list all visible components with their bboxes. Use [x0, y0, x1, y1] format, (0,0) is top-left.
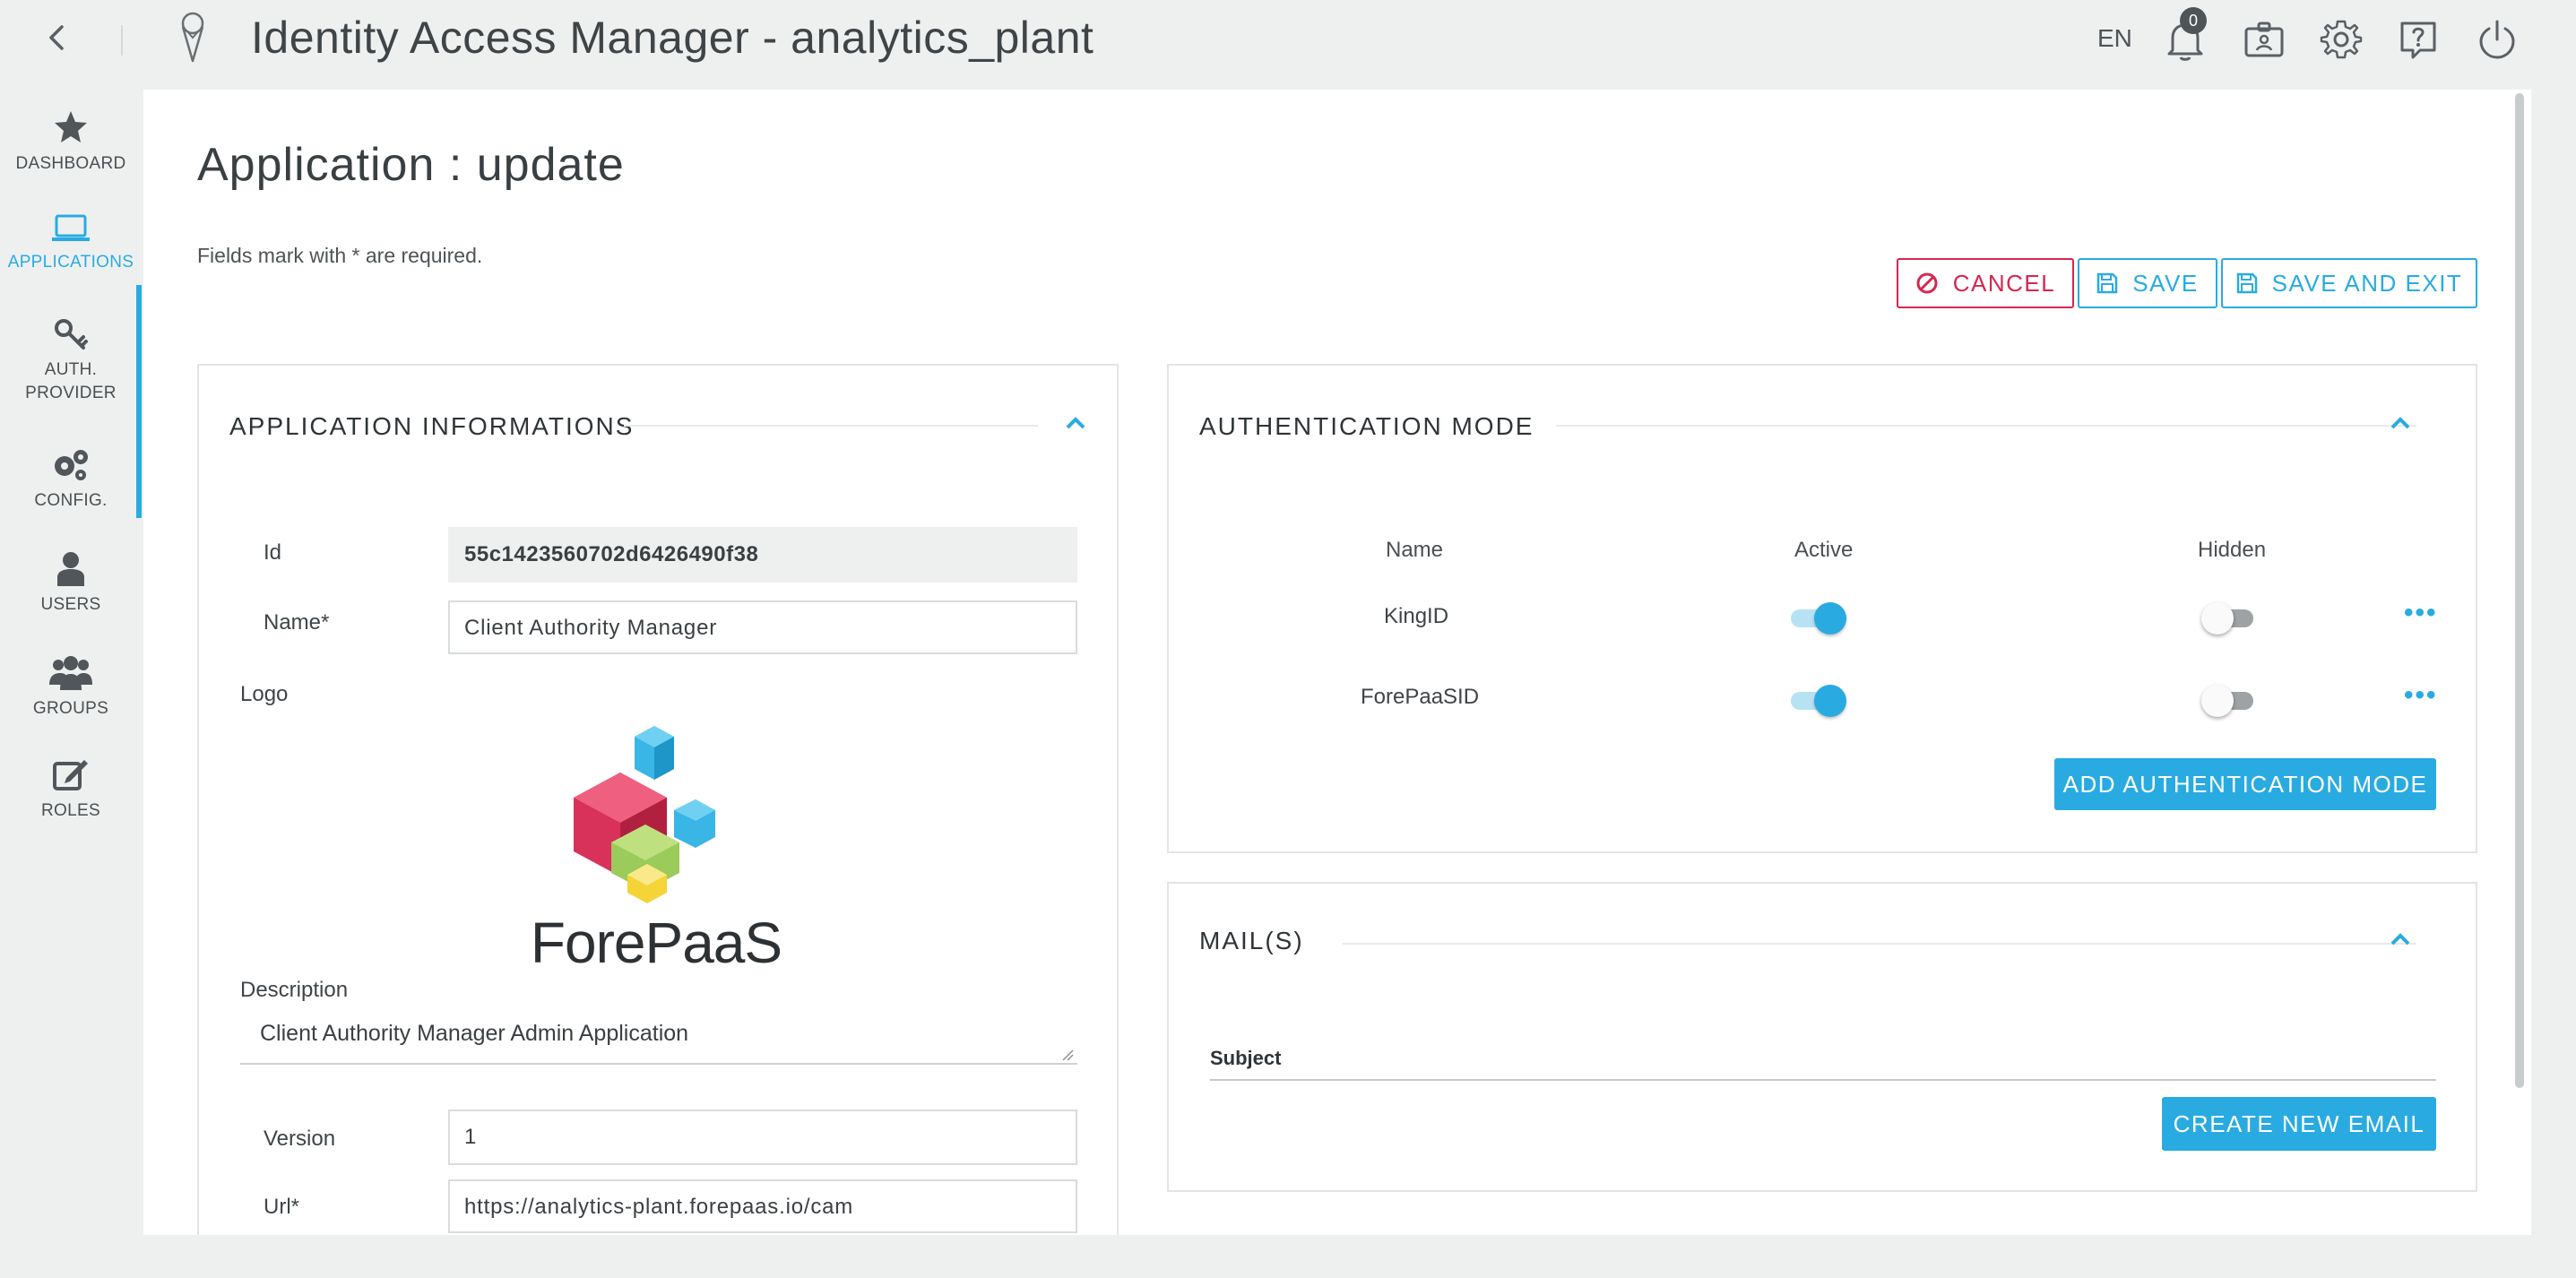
url-label: Url*: [264, 1195, 299, 1219]
app-title: Identity Access Manager - analytics_plan…: [251, 13, 1094, 63]
top-bar: Identity Access Manager - analytics_plan…: [0, 0, 2576, 90]
chevron-up-icon[interactable]: [2390, 416, 2411, 430]
save-label: SAVE: [2132, 269, 2199, 297]
save-and-exit-label: SAVE AND EXIT: [2271, 269, 2463, 297]
ban-icon: [1916, 272, 1938, 294]
more-options-icon[interactable]: •••: [2404, 600, 2438, 626]
add-authentication-mode-button[interactable]: ADD AUTHENTICATION MODE: [2054, 758, 2436, 810]
floppy-icon: [2236, 272, 2257, 294]
application-logo[interactable]: ForePaaS: [522, 717, 791, 977]
key-icon: [55, 319, 88, 350]
panel-rule: [624, 425, 1038, 427]
sidebar-item-roles[interactable]: ROLES: [0, 756, 142, 823]
chevron-up-icon[interactable]: [2390, 932, 2411, 946]
sidebar-item-groups[interactable]: GROUPS: [0, 654, 142, 721]
language-selector[interactable]: EN: [2097, 23, 2132, 54]
hidden-toggle[interactable]: [2201, 685, 2253, 717]
subject-rule: [1210, 1079, 2436, 1081]
user-icon: [57, 552, 84, 586]
version-field[interactable]: 1: [448, 1110, 1077, 1165]
laptop-icon: [52, 214, 90, 241]
gear-icon[interactable]: [2316, 14, 2366, 65]
sidebar-item-label-2: PROVIDER: [25, 384, 117, 402]
panel-title: APPLICATION INFORMATIONS: [229, 412, 635, 440]
id-card-icon[interactable]: [2239, 14, 2289, 65]
sidebar: DASHBOARD APPLICATIONS AUTH. PROVIDER CO…: [0, 90, 142, 1278]
power-icon[interactable]: [2472, 14, 2522, 65]
active-toggle[interactable]: [1791, 602, 1846, 635]
star-icon: [55, 111, 87, 142]
sidebar-item-label: DASHBOARD: [15, 154, 126, 173]
description-label: Description: [240, 978, 349, 1002]
id-field: 55c1423560702d6426490f38: [448, 527, 1077, 583]
panel-rule: [1343, 943, 2416, 945]
auth-mode-row-name: ForePaaSID: [1361, 685, 1480, 709]
sidebar-item-auth-provider[interactable]: AUTH. PROVIDER: [0, 317, 142, 405]
id-label: Id: [264, 540, 282, 565]
sidebar-item-label: USERS: [40, 595, 101, 614]
top-divider: [121, 25, 123, 56]
sidebar-item-label: GROUPS: [32, 699, 109, 718]
group-icon: [49, 656, 92, 690]
subject-column-header: Subject: [1210, 1047, 1282, 1069]
back-icon[interactable]: [39, 20, 75, 56]
main-content: Application : update Fields mark with * …: [143, 90, 2531, 1235]
save-button[interactable]: SAVE: [2078, 258, 2217, 308]
name-field[interactable]: Client Authority Manager: [448, 600, 1077, 654]
chevron-up-icon[interactable]: [1065, 416, 1086, 430]
create-new-email-button[interactable]: CREATE NEW EMAIL: [2162, 1097, 2436, 1151]
column-header-name: Name: [1386, 538, 1444, 562]
resize-handle-icon[interactable]: [1061, 1049, 1074, 1061]
sidebar-item-users[interactable]: USERS: [0, 550, 142, 617]
active-toggle[interactable]: [1791, 685, 1846, 717]
active-indicator: [136, 285, 142, 518]
authentication-mode-panel: AUTHENTICATION MODE Name Active Hidden K…: [1167, 364, 2477, 853]
notification-badge: 0: [2180, 7, 2207, 34]
version-label: Version: [264, 1127, 336, 1151]
column-header-hidden: Hidden: [2198, 538, 2267, 562]
app-logo-icon: [172, 11, 213, 65]
required-note: Fields mark with * are required.: [197, 244, 483, 267]
logo-label: Logo: [240, 682, 289, 706]
panel-title: AUTHENTICATION MODE: [1199, 412, 1534, 440]
sidebar-item-label: AUTH.: [44, 360, 98, 379]
sidebar-item-label: ROLES: [41, 801, 100, 820]
page-title: Application : update: [197, 139, 625, 191]
column-header-active: Active: [1794, 538, 1854, 562]
sidebar-item-label: APPLICATIONS: [7, 253, 134, 272]
cancel-button[interactable]: CANCEL: [1897, 258, 2074, 308]
edit-icon: [53, 760, 88, 790]
gears-icon: [55, 450, 88, 480]
scrollbar[interactable]: [2515, 93, 2524, 1088]
sidebar-item-applications[interactable]: APPLICATIONS: [0, 213, 142, 274]
url-field[interactable]: https://analytics-plant.forepaas.io/cam: [448, 1179, 1077, 1233]
sidebar-item-dashboard[interactable]: DASHBOARD: [0, 109, 142, 176]
save-and-exit-button[interactable]: SAVE AND EXIT: [2221, 258, 2477, 308]
name-label: Name*: [264, 610, 330, 635]
logo-text: ForePaaS: [530, 911, 782, 975]
hidden-toggle[interactable]: [2201, 602, 2253, 635]
auth-mode-row-name: KingID: [1384, 604, 1449, 628]
sidebar-item-config[interactable]: CONFIG.: [0, 446, 142, 513]
panel-title: MAIL(S): [1199, 927, 1304, 954]
floppy-icon: [2097, 272, 2118, 294]
panel-rule: [1556, 425, 2416, 427]
application-informations-panel: APPLICATION INFORMATIONS Id 55c142356070…: [197, 364, 1119, 1235]
cancel-label: CANCEL: [1952, 269, 2056, 297]
description-field[interactable]: Client Authority Manager Admin Applicati…: [240, 1007, 1077, 1065]
forepaas-logo-graphic: [574, 726, 715, 903]
mails-panel: MAIL(S) Subject CREATE NEW EMAIL: [1167, 882, 2477, 1192]
more-options-icon[interactable]: •••: [2404, 682, 2438, 709]
sidebar-item-label: CONFIG.: [34, 491, 108, 510]
help-icon[interactable]: [2393, 14, 2443, 65]
